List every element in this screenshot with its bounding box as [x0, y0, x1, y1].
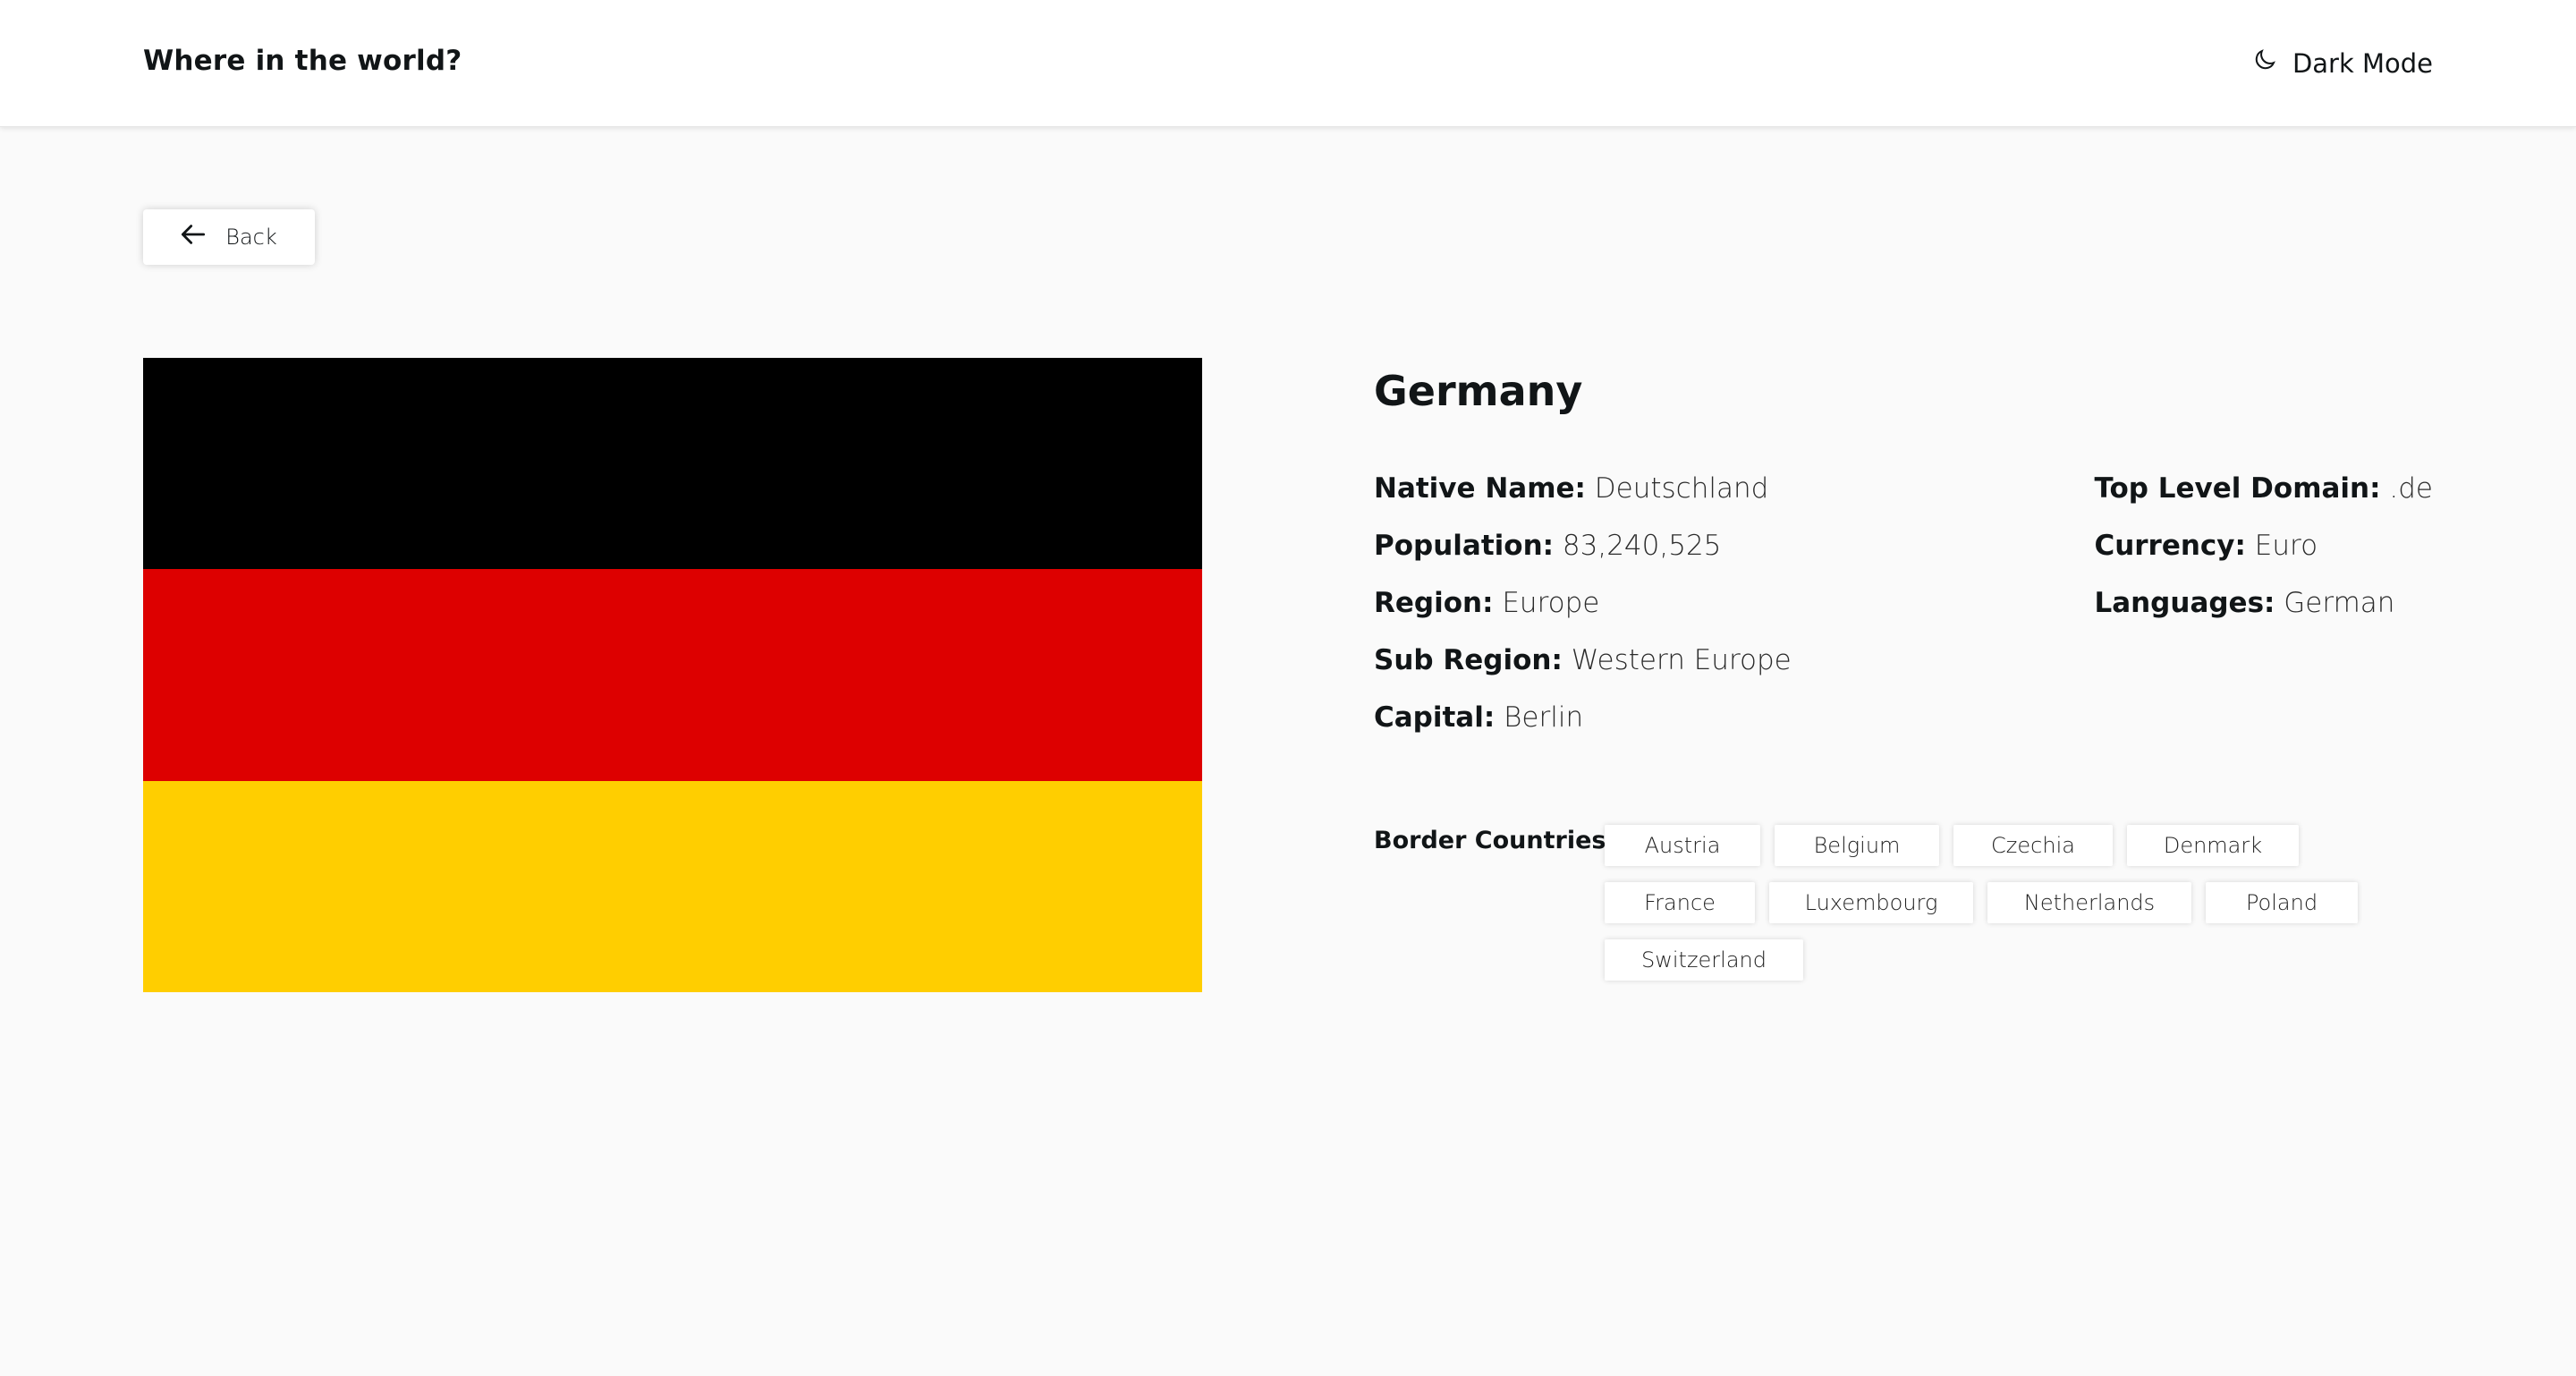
detail-top-level-domain: Top Level Domain: .de: [2094, 468, 2433, 525]
border-country-denmark[interactable]: Denmark: [2127, 825, 2299, 866]
detail-value: Berlin: [1504, 701, 1584, 734]
detail-capital: Capital: Berlin: [1374, 697, 1792, 754]
detail-label: Native Name:: [1374, 472, 1586, 505]
detail-label: Languages:: [2094, 587, 2275, 619]
detail-value: Euro: [2254, 530, 2318, 562]
detail-native-name: Native Name: Deutschland: [1374, 468, 1792, 525]
back-button[interactable]: Back: [143, 209, 315, 265]
moon-icon: [2251, 45, 2278, 81]
flag-stripe-black: [143, 358, 1202, 570]
border-country-poland[interactable]: Poland: [2206, 882, 2358, 923]
detail-label: Currency:: [2094, 530, 2246, 562]
app-title: Where in the world?: [143, 45, 462, 77]
details-primary: Native Name: Deutschland Population: 83,…: [1374, 468, 1792, 754]
detail-currency: Currency: Euro: [2094, 525, 2433, 582]
back-label: Back: [225, 225, 277, 250]
flag-stripe-gold: [143, 780, 1202, 992]
detail-value: 83,240,525: [1562, 530, 1722, 562]
flag-stripe-red: [143, 569, 1202, 781]
app-header: Where in the world? Dark Mode: [0, 0, 2576, 127]
detail-label: Top Level Domain:: [2094, 472, 2381, 505]
border-country-austria[interactable]: Austria: [1605, 825, 1760, 866]
detail-value: Western Europe: [1571, 644, 1792, 676]
border-country-czechia[interactable]: Czechia: [1953, 825, 2113, 866]
detail-value: German: [2284, 587, 2395, 619]
border-countries-row: France Luxembourg Netherlands Poland: [1605, 882, 2358, 923]
details-secondary: Top Level Domain: .de Currency: Euro Lan…: [2094, 468, 2433, 640]
border-countries-label: Border Countries:: [1374, 827, 1616, 854]
detail-value: Europe: [1502, 587, 1600, 619]
detail-sub-region: Sub Region: Western Europe: [1374, 640, 1792, 697]
detail-region: Region: Europe: [1374, 582, 1792, 640]
detail-label: Region:: [1374, 587, 1494, 619]
dark-mode-toggle[interactable]: Dark Mode: [2251, 45, 2433, 81]
detail-label: Capital:: [1374, 701, 1496, 734]
arrow-left-icon: [181, 224, 206, 251]
country-name: Germany: [1374, 367, 1583, 415]
border-countries-row: Austria Belgium Czechia Denmark: [1605, 825, 2299, 866]
border-country-luxembourg[interactable]: Luxembourg: [1769, 882, 1973, 923]
border-country-france[interactable]: France: [1605, 882, 1755, 923]
dark-mode-label: Dark Mode: [2292, 47, 2433, 79]
detail-value: .de: [2389, 472, 2433, 505]
detail-value: Deutschland: [1594, 472, 1769, 505]
border-country-netherlands[interactable]: Netherlands: [1987, 882, 2191, 923]
detail-population: Population: 83,240,525: [1374, 525, 1792, 582]
border-country-switzerland[interactable]: Switzerland: [1605, 939, 1803, 981]
detail-languages: Languages: German: [2094, 582, 2433, 640]
detail-label: Sub Region:: [1374, 644, 1563, 676]
border-countries-row: Switzerland: [1605, 939, 1803, 981]
country-flag: [143, 358, 1202, 992]
detail-label: Population:: [1374, 530, 1555, 562]
border-country-belgium[interactable]: Belgium: [1775, 825, 1939, 866]
